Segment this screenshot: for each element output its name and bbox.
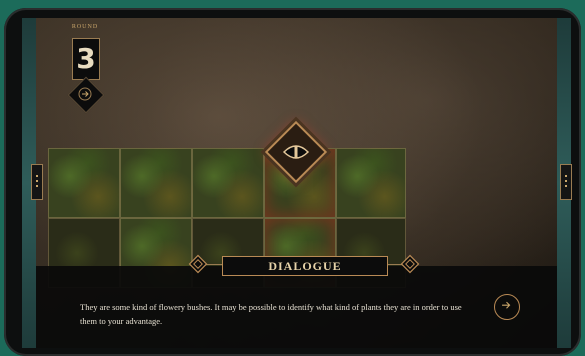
dialogue-title: DIALOGUE — [222, 256, 388, 276]
map-tile[interactable] — [48, 148, 120, 218]
round-label: ROUND — [71, 24, 99, 30]
map-tile[interactable] — [336, 148, 406, 218]
map-tile[interactable] — [192, 148, 264, 218]
left-side-handle — [31, 164, 43, 200]
arrow-right-circle-icon — [502, 301, 511, 309]
next-button[interactable] — [494, 294, 520, 320]
ornament-icon — [400, 254, 420, 274]
eye-icon — [282, 145, 310, 159]
right-side-handle — [560, 164, 572, 200]
dialogue-text: They are some kind of flowery bushes. It… — [80, 302, 462, 326]
ornament-icon — [188, 254, 208, 274]
round-number: 3 — [72, 38, 100, 80]
arrow-right-icon — [78, 87, 92, 101]
map-tile[interactable] — [120, 148, 192, 218]
game-screen: ROUND 3 DIALOGUE They are some kind of f… — [36, 18, 557, 348]
dialogue-header: DIALOGUE — [186, 254, 422, 276]
